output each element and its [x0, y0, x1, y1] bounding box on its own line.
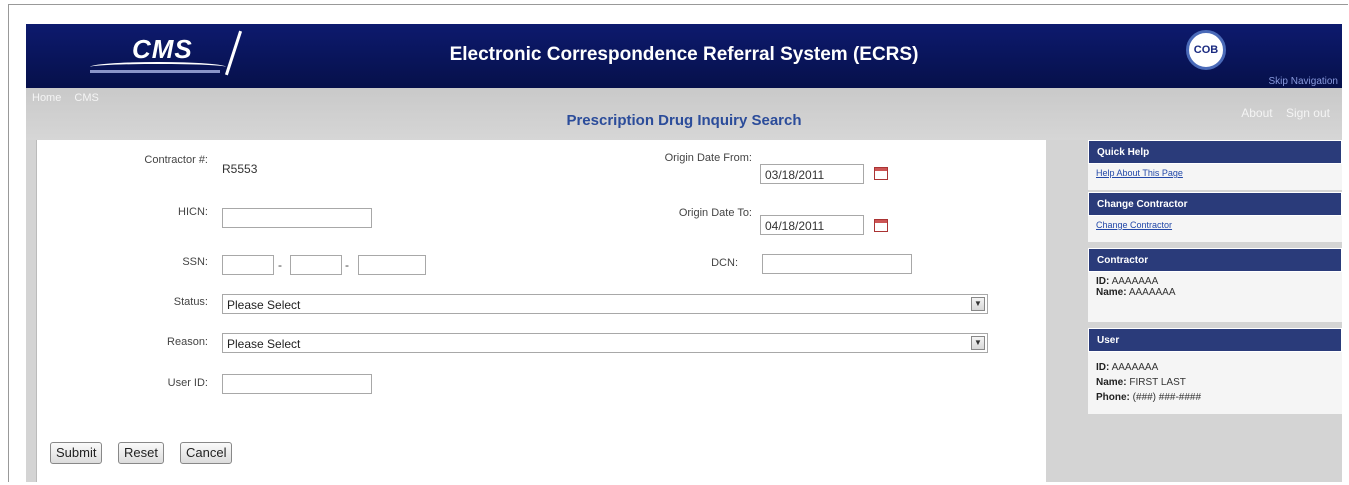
userid-label: User ID:: [167, 377, 208, 389]
page-title: Prescription Drug Inquiry Search: [566, 112, 802, 129]
user-id: AAAAAAA: [1111, 362, 1159, 373]
contractor-header: Contractor: [1088, 248, 1342, 272]
change-contractor-panel: Change Contractor: [1088, 216, 1342, 242]
user-header: User: [1088, 328, 1342, 352]
origin-from-label: Origin Date From:: [664, 152, 752, 164]
quick-help-panel: Help About This Page: [1088, 164, 1342, 190]
origin-from-input[interactable]: 03/18/2011: [760, 164, 864, 184]
cancel-button[interactable]: Cancel: [180, 442, 233, 464]
ssn-separator: -: [278, 258, 282, 272]
user-phone: (###) ###-####: [1132, 392, 1202, 403]
ssn-separator: -: [345, 258, 349, 272]
submit-button[interactable]: Submit: [50, 442, 103, 464]
dcn-input[interactable]: [762, 254, 912, 274]
chevron-down-icon[interactable]: ▼: [971, 297, 985, 311]
ssn-part1-input[interactable]: [222, 255, 274, 275]
nav-left: Home CMS: [32, 92, 109, 104]
hicn-input[interactable]: [222, 208, 372, 228]
skip-navigation-link[interactable]: Skip Navigation: [1269, 76, 1338, 87]
change-contractor-link[interactable]: Change Contractor: [1096, 220, 1172, 230]
change-contractor-header: Change Contractor: [1088, 192, 1342, 216]
calendar-icon[interactable]: [874, 167, 888, 180]
userid-input[interactable]: [222, 374, 372, 394]
hicn-label: HICN:: [178, 206, 208, 218]
help-about-page-link[interactable]: Help About This Page: [1096, 168, 1183, 178]
nav-cms-link[interactable]: CMS: [74, 92, 98, 104]
cob-logo: COB: [1186, 30, 1226, 70]
contractor-label: Contractor #:: [144, 154, 208, 166]
ssn-part2-input[interactable]: [290, 255, 342, 275]
contractor-panel: ID: AAAAAAA Name: AAAAAAA: [1088, 272, 1342, 322]
header-banner: CMS Electronic Correspondence Referral S…: [26, 24, 1342, 88]
ssn-part3-input[interactable]: [358, 255, 426, 275]
nav-bar: Home CMS About Sign out Prescription Dru…: [26, 88, 1342, 140]
calendar-icon[interactable]: [874, 219, 888, 232]
user-panel: ID: AAAAAAA Name: FIRST LAST Phone: (###…: [1088, 352, 1342, 414]
user-name: FIRST LAST: [1129, 377, 1186, 388]
ssn-label: SSN:: [182, 256, 208, 268]
dcn-label: DCN:: [711, 257, 738, 269]
origin-to-input[interactable]: 04/18/2011: [760, 215, 864, 235]
origin-to-label: Origin Date To:: [678, 207, 752, 219]
contractor-name: AAAAAAA: [1128, 287, 1176, 298]
reset-button[interactable]: Reset: [118, 442, 164, 464]
contractor-id: AAAAAAA: [1111, 276, 1159, 287]
status-select[interactable]: Please Select ▼: [222, 294, 988, 314]
contractor-value: R5553: [222, 162, 258, 176]
chevron-down-icon[interactable]: ▼: [971, 336, 985, 350]
reason-select-value: Please Select: [227, 337, 301, 351]
reason-select[interactable]: Please Select ▼: [222, 333, 988, 353]
nav-home-link[interactable]: Home: [32, 92, 61, 104]
status-select-value: Please Select: [227, 298, 301, 312]
quick-help-header: Quick Help: [1088, 140, 1342, 164]
reason-label: Reason:: [167, 336, 208, 348]
status-label: Status:: [173, 296, 208, 308]
app-title: Electronic Correspondence Referral Syste…: [449, 44, 919, 65]
